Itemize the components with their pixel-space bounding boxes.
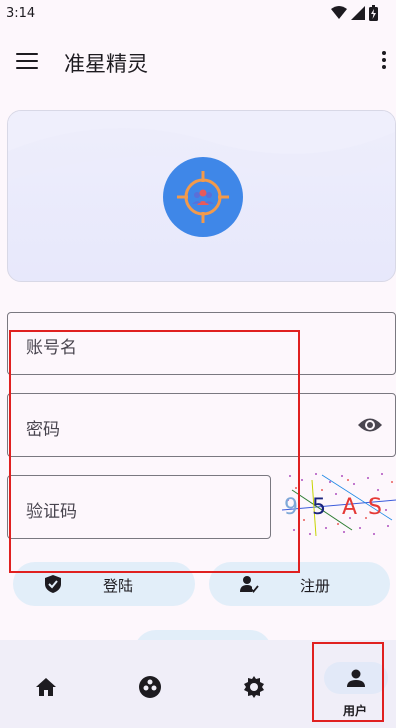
account-field[interactable]: 账号名 bbox=[7, 312, 396, 375]
target-crosshair-icon bbox=[177, 171, 229, 223]
password-field[interactable]: 密码 bbox=[7, 393, 396, 457]
login-button-label: 登陆 bbox=[103, 577, 134, 595]
status-bar: 3:14 bbox=[0, 0, 396, 26]
eye-icon[interactable] bbox=[357, 414, 383, 436]
more-vert-icon[interactable] bbox=[378, 48, 390, 72]
nav-item-settings[interactable] bbox=[206, 640, 299, 728]
status-time: 3:14 bbox=[6, 5, 36, 21]
register-button[interactable]: 注册 bbox=[209, 562, 390, 606]
captcha-char-2: 5 bbox=[312, 495, 326, 520]
nav-item-home[interactable] bbox=[0, 640, 93, 728]
nav-item-drive[interactable] bbox=[103, 640, 196, 728]
wifi-icon bbox=[331, 6, 347, 19]
account-field-label: 账号名 bbox=[26, 338, 77, 358]
battery-icon bbox=[369, 5, 378, 21]
app-bar: 准星精灵 bbox=[0, 34, 396, 90]
person-check-icon bbox=[240, 576, 259, 593]
login-button[interactable]: 登陆 bbox=[13, 562, 195, 606]
captcha-field-label: 验证码 bbox=[26, 502, 77, 522]
menu-icon[interactable] bbox=[14, 50, 40, 72]
nav-item-user[interactable]: 用户 bbox=[309, 640, 396, 728]
signal-icon bbox=[351, 6, 365, 20]
captcha-image[interactable]: 9 5 A S bbox=[282, 470, 396, 540]
settings-icon bbox=[244, 676, 264, 698]
app-logo bbox=[163, 157, 243, 237]
captcha-char-1: 9 bbox=[284, 495, 298, 520]
shield-check-icon bbox=[45, 575, 61, 593]
drive-circle-icon bbox=[139, 676, 161, 698]
person-icon bbox=[347, 669, 365, 687]
captcha-char-3: A bbox=[342, 495, 357, 520]
captcha-char-4: S bbox=[368, 495, 382, 520]
bottom-nav: 用户 bbox=[0, 640, 396, 728]
password-field-label: 密码 bbox=[26, 420, 60, 440]
captcha-field[interactable]: 验证码 bbox=[7, 475, 271, 539]
nav-item-user-label: 用户 bbox=[343, 704, 368, 718]
page-title: 准星精灵 bbox=[64, 52, 148, 76]
register-button-label: 注册 bbox=[300, 577, 331, 595]
home-icon bbox=[36, 678, 56, 696]
status-icons bbox=[331, 5, 378, 21]
header-banner bbox=[7, 110, 396, 282]
